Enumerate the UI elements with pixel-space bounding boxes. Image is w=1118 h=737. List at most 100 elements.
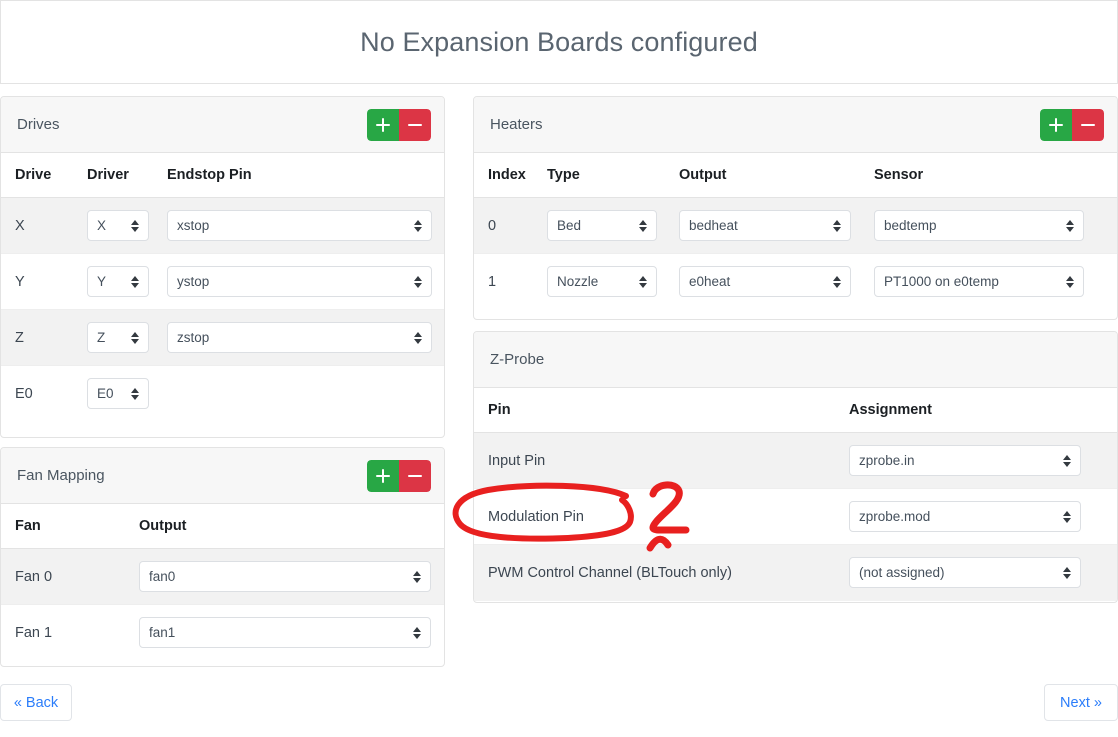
heater1-sensor-select[interactable]: PT1000 on e0temp [874, 266, 1084, 298]
heater1-type-value: Nozzle [557, 274, 599, 290]
col-sensor: Sensor [874, 153, 1117, 198]
driver-select-z[interactable]: Z [87, 322, 149, 353]
remove-heater-button[interactable] [1072, 108, 1104, 141]
zprobe-card-header: Z-Probe [474, 332, 1117, 388]
zprobe-table: Pin Assignment Input Pin zprobe.in Modul… [474, 388, 1117, 601]
zprobe-pin-label: Input Pin [474, 432, 849, 489]
endstop-select-z-value: zstop [177, 330, 210, 345]
endstop-select-z[interactable]: zstop [167, 322, 432, 353]
drives-table: Drive Driver Endstop Pin X X xstop Y Y y… [1, 153, 444, 422]
col-index: Index [474, 153, 547, 198]
chevron-updown-icon [413, 570, 422, 584]
driver-select-e0[interactable]: E0 [87, 378, 149, 410]
drive-name: X [1, 197, 87, 254]
zprobe-modulation-pin-value: zprobe.mod [859, 509, 931, 524]
fan-header-row: Fan Output [1, 504, 444, 549]
fan0-output-select[interactable]: fan0 [139, 561, 431, 592]
col-fan-output: Output [139, 504, 444, 549]
table-row: Fan 0 fan0 [1, 548, 444, 605]
next-button[interactable]: Next » [1044, 684, 1118, 721]
heater1-sensor-value: PT1000 on e0temp [884, 274, 999, 290]
remove-drive-button[interactable] [399, 108, 431, 141]
plus-icon [1049, 117, 1063, 132]
drive-driver-cell: Y [87, 253, 167, 310]
chevron-updown-icon [1066, 219, 1075, 233]
drives-button-group [367, 108, 431, 141]
drives-header-row: Drive Driver Endstop Pin [1, 153, 444, 198]
drive-endstop-cell: ystop [167, 253, 444, 310]
drives-title: Drives [17, 116, 60, 133]
add-drive-button[interactable] [367, 108, 399, 141]
chevron-updown-icon [833, 275, 842, 289]
fan1-output-select[interactable]: fan1 [139, 617, 431, 649]
chevron-updown-icon [639, 275, 648, 289]
chevron-updown-icon [414, 275, 423, 289]
table-row: 0 Bed bedheat bedtemp [474, 197, 1117, 254]
heater1-output-value: e0heat [689, 274, 731, 290]
add-heater-button[interactable] [1040, 108, 1072, 141]
minus-icon [408, 118, 422, 132]
zprobe-input-pin-select[interactable]: zprobe.in [849, 445, 1081, 476]
driver-select-y-value: Y [97, 274, 107, 289]
fan1-output-value: fan1 [149, 625, 176, 641]
col-driver: Driver [87, 153, 167, 198]
remove-fan-button[interactable] [399, 459, 431, 492]
col-endstop-pin: Endstop Pin [167, 153, 444, 198]
heater-index: 1 [474, 253, 547, 310]
fan-name: Fan 0 [1, 548, 139, 605]
drive-driver-cell: Z [87, 309, 167, 366]
chevron-updown-icon [131, 387, 140, 401]
zprobe-assignment-cell: zprobe.in [849, 432, 1117, 489]
col-assignment: Assignment [849, 388, 1117, 433]
chevron-updown-icon [414, 219, 423, 233]
table-row: Y Y ystop [1, 253, 444, 310]
drive-endstop-cell-empty [167, 365, 444, 422]
back-button[interactable]: « Back [0, 684, 72, 721]
drive-name: Y [1, 253, 87, 310]
heater-type-cell: Nozzle [547, 253, 679, 310]
add-fan-button[interactable] [367, 459, 399, 492]
minus-icon [408, 469, 422, 483]
zprobe-assignment-cell: zprobe.mod [849, 488, 1117, 545]
zprobe-pwm-channel-value: (not assigned) [859, 565, 945, 581]
drive-driver-cell: X [87, 197, 167, 254]
endstop-select-y-value: ystop [177, 274, 210, 289]
fan-output-cell: fan0 [139, 548, 444, 605]
chevron-updown-icon [131, 331, 140, 345]
table-row: 1 Nozzle e0heat PT1000 on e0temp [474, 253, 1117, 310]
heater-output-cell: e0heat [679, 253, 874, 310]
zprobe-pwm-channel-select[interactable]: (not assigned) [849, 557, 1081, 589]
chevron-updown-icon [1063, 454, 1072, 468]
heaters-card-header: Heaters [474, 97, 1117, 153]
fan-button-group [367, 459, 431, 492]
chevron-updown-icon [639, 219, 648, 233]
endstop-select-x[interactable]: xstop [167, 210, 432, 241]
zprobe-modulation-pin-select[interactable]: zprobe.mod [849, 501, 1081, 532]
heater-type-cell: Bed [547, 197, 679, 254]
heater0-sensor-select[interactable]: bedtemp [874, 210, 1084, 241]
col-pin: Pin [474, 388, 849, 433]
chevron-updown-icon [131, 275, 140, 289]
driver-select-y[interactable]: Y [87, 266, 149, 297]
driver-select-x[interactable]: X [87, 210, 149, 241]
chevron-updown-icon [1063, 510, 1072, 524]
heater-sensor-cell: PT1000 on e0temp [874, 253, 1117, 310]
heater0-output-select[interactable]: bedheat [679, 210, 851, 241]
fan-card-header: Fan Mapping [1, 448, 444, 504]
heater0-type-value: Bed [557, 218, 582, 233]
drives-card: Drives Drive Driver Endstop Pin X X xsto… [0, 96, 445, 438]
table-row: X X xstop [1, 197, 444, 254]
table-row: Fan 1 fan1 [1, 604, 444, 661]
drive-endstop-cell: xstop [167, 197, 444, 254]
fan0-output-value: fan0 [149, 569, 176, 584]
heater1-type-select[interactable]: Nozzle [547, 266, 657, 298]
heater0-type-select[interactable]: Bed [547, 210, 657, 241]
zprobe-modulation-pin-label: Modulation Pin [474, 488, 849, 545]
zprobe-title: Z-Probe [490, 351, 545, 368]
chevron-updown-icon [833, 219, 842, 233]
driver-select-z-value: Z [97, 330, 106, 345]
heater1-output-select[interactable]: e0heat [679, 266, 851, 298]
endstop-select-y[interactable]: ystop [167, 266, 432, 297]
fan-name: Fan 1 [1, 604, 139, 661]
zprobe-assignment-cell: (not assigned) [849, 544, 1117, 601]
